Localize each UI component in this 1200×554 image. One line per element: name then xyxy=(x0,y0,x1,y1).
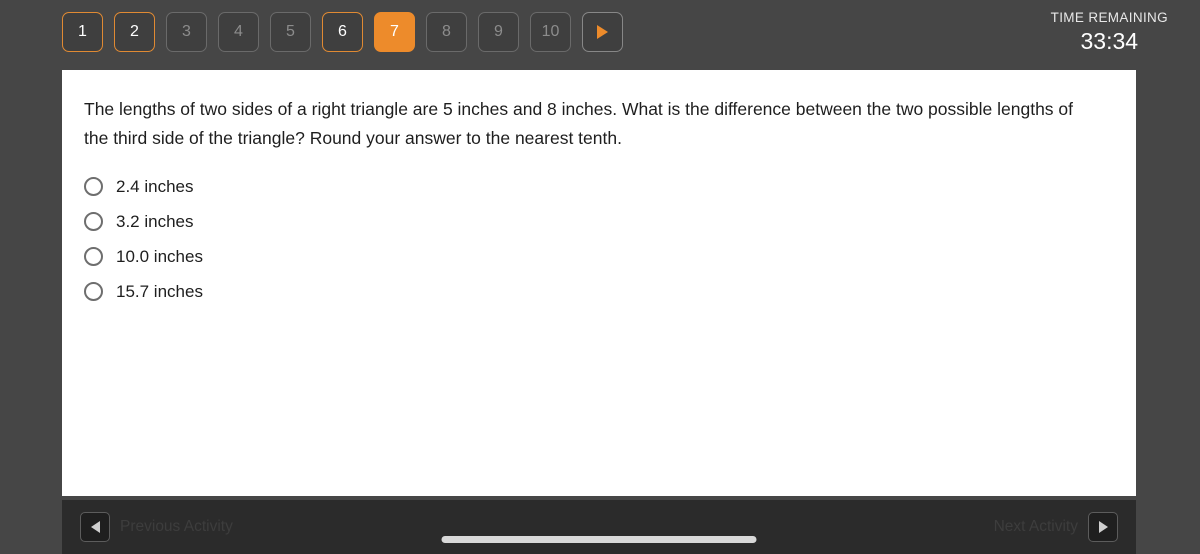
home-indicator-bar[interactable] xyxy=(441,536,757,543)
answer-options-list: 2.4 inches 3.2 inches 10.0 inches 15.7 inch… xyxy=(84,169,784,309)
next-question-button[interactable] xyxy=(582,12,623,52)
question-button-6[interactable]: 6 xyxy=(322,12,363,52)
answer-option-label: 10.0 inches xyxy=(116,246,203,266)
question-button-9[interactable]: 9 xyxy=(478,12,519,52)
next-activity-label: Next Activity xyxy=(993,518,1078,535)
question-text: The lengths of two sides of a right tria… xyxy=(84,99,1074,148)
question-button-4[interactable]: 4 xyxy=(218,12,259,52)
play-triangle-right-icon xyxy=(1098,521,1108,533)
question-card: The lengths of two sides of a right tria… xyxy=(62,70,1136,496)
question-button-8[interactable]: 8 xyxy=(426,12,467,52)
radio-button-icon[interactable] xyxy=(84,282,103,301)
question-button-7[interactable]: 7 xyxy=(374,12,415,52)
radio-button-icon[interactable] xyxy=(84,177,103,196)
time-remaining-value: 33:34 xyxy=(1080,28,1139,54)
answer-option[interactable]: 3.2 inches xyxy=(84,204,784,239)
question-button-5[interactable]: 5 xyxy=(270,12,311,52)
play-triangle-right-icon xyxy=(597,25,608,39)
answer-option-label: 2.4 inches xyxy=(116,176,194,196)
activity-footer: Previous Activity Next Activity xyxy=(62,500,1136,554)
next-activity-button[interactable]: Next Activity xyxy=(994,512,1118,542)
time-remaining-block: TIME REMAINING 33:34 xyxy=(1051,10,1168,55)
question-button-1[interactable]: 1 xyxy=(62,12,103,52)
question-button-3[interactable]: 3 xyxy=(166,12,207,52)
previous-activity-icon-box[interactable] xyxy=(80,512,110,542)
top-bar: 1 2 3 4 5 6 7 8 9 10 TIME REMAINING 33:34 xyxy=(0,0,1200,70)
quiz-app: 1 2 3 4 5 6 7 8 9 10 TIME REMAINING 33:34 The len… xyxy=(0,0,1200,554)
question-navigation: 1 2 3 4 5 6 7 8 9 10 xyxy=(62,12,623,52)
radio-button-icon[interactable] xyxy=(84,212,103,231)
answer-option[interactable]: 2.4 inches xyxy=(84,169,784,204)
answer-option-label: 3.2 inches xyxy=(116,211,194,231)
time-remaining-label: TIME REMAINING xyxy=(1050,10,1168,25)
play-triangle-left-icon xyxy=(90,521,100,533)
answer-option[interactable]: 15.7 inches xyxy=(84,274,784,309)
next-activity-icon-box[interactable] xyxy=(1088,512,1118,542)
radio-button-icon[interactable] xyxy=(84,247,103,266)
answer-option[interactable]: 10.0 inches xyxy=(84,239,784,274)
question-button-2[interactable]: 2 xyxy=(114,12,155,52)
previous-activity-button[interactable]: Previous Activity xyxy=(80,512,233,542)
previous-activity-label: Previous Activity xyxy=(120,518,233,535)
question-button-10[interactable]: 10 xyxy=(530,12,571,52)
answer-option-label: 15.7 inches xyxy=(116,281,203,301)
